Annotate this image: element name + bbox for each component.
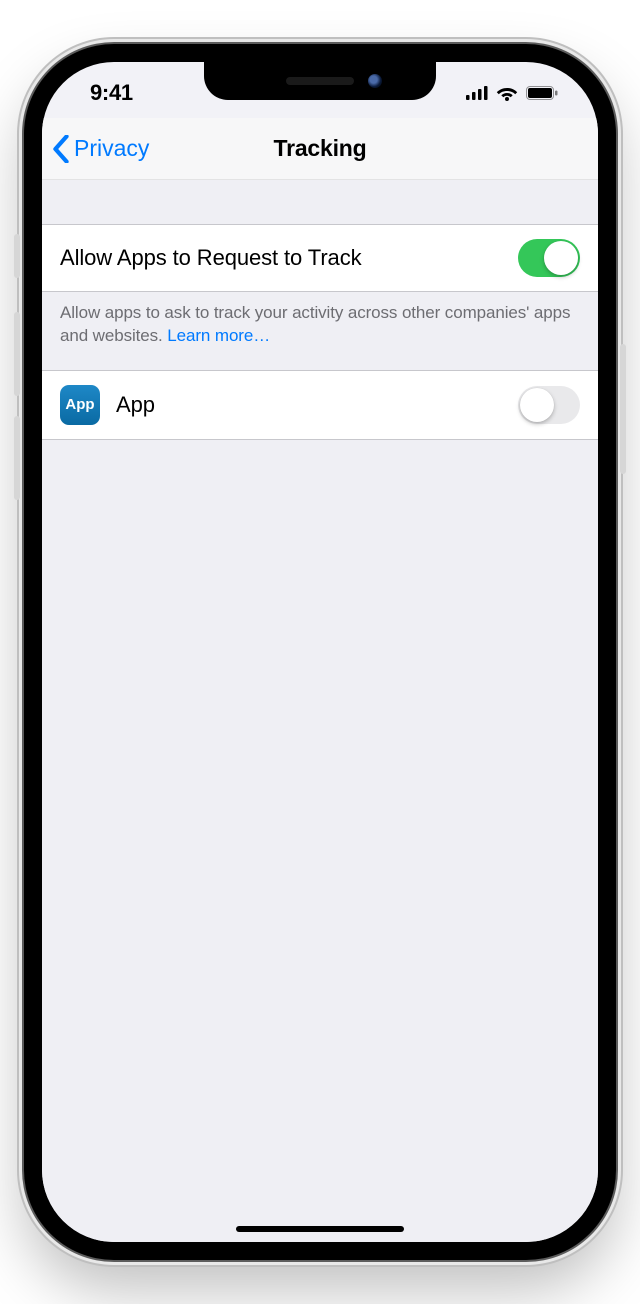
footer-copy: Allow apps to ask to track your activity…	[60, 303, 570, 345]
app-name: App	[116, 392, 518, 418]
app-tracking-toggle[interactable]	[518, 386, 580, 424]
learn-more-link[interactable]: Learn more…	[167, 326, 270, 345]
back-label: Privacy	[74, 135, 149, 162]
home-indicator[interactable]	[236, 1226, 404, 1232]
notch	[204, 62, 436, 100]
app-icon: App	[60, 385, 100, 425]
cellular-icon	[466, 86, 488, 100]
front-camera	[368, 74, 382, 88]
screen: 9:41	[42, 62, 598, 1242]
back-button[interactable]: Privacy	[52, 118, 149, 179]
allow-apps-to-track-row[interactable]: Allow Apps to Request to Track	[42, 224, 598, 292]
battery-icon	[526, 86, 558, 100]
wifi-icon	[496, 85, 518, 101]
silence-switch	[14, 234, 20, 278]
volume-up-button	[14, 312, 20, 396]
device-frame: 9:41	[24, 44, 616, 1260]
section-footer: Allow apps to ask to track your activity…	[42, 292, 598, 370]
app-list: App App	[42, 370, 598, 440]
allow-apps-to-track-toggle[interactable]	[518, 239, 580, 277]
status-time: 9:41	[76, 74, 133, 106]
content: Allow Apps to Request to Track Allow app…	[42, 180, 598, 1242]
volume-down-button	[14, 416, 20, 500]
power-button	[620, 344, 626, 474]
speaker	[286, 77, 354, 85]
nav-bar: Privacy Tracking	[42, 118, 598, 180]
chevron-left-icon	[52, 135, 70, 163]
app-row[interactable]: App App	[42, 370, 598, 440]
status-icons	[466, 79, 564, 101]
allow-apps-to-track-label: Allow Apps to Request to Track	[60, 245, 518, 271]
page-title: Tracking	[274, 135, 367, 162]
